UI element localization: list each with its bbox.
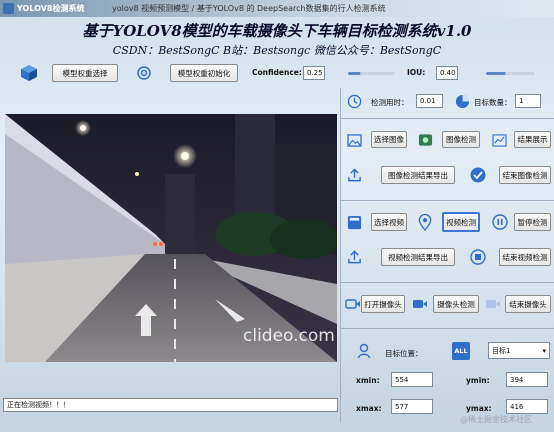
model-init-button[interactable]: 模型权重初始化 (170, 64, 238, 82)
image-detect-button[interactable]: 图像检测 (442, 131, 480, 148)
line-chart-icon (491, 132, 507, 148)
video-display: clideo.com (5, 114, 337, 362)
upload-icon (346, 167, 362, 183)
ymax-value: 416 (506, 399, 548, 414)
check-circle-icon (469, 166, 487, 184)
app-logo-icon (3, 3, 14, 14)
export-image-result-button[interactable]: 图像检测结果导出 (381, 166, 455, 184)
pause-icon (491, 213, 509, 231)
ymin-label: ymin: (466, 376, 490, 385)
user-location-icon (356, 343, 372, 359)
camera-off-icon (485, 296, 501, 312)
xmax-label: xmax: (356, 404, 382, 413)
model-select-button[interactable]: 模型权重选择 (52, 64, 118, 82)
location-pin-icon (417, 213, 433, 231)
clock-icon (346, 93, 362, 109)
chevron-down-icon: ▾ (542, 346, 546, 355)
all-badge-icon: ALL (452, 342, 470, 360)
video-camera-icon (345, 296, 361, 312)
camera-detect-button[interactable]: 摄像头检测 (433, 295, 479, 313)
open-camera-button[interactable]: 打开摄像头 (361, 295, 405, 313)
select-video-button[interactable]: 选择视频 (371, 213, 407, 231)
video-file-icon (346, 214, 362, 230)
window-title: yolov8 视频预测模型 / 基于YOLOv8 的 DeepSearch数据集… (112, 4, 386, 13)
iou-label: IOU: (407, 68, 426, 77)
confidence-input[interactable]: 0.25 (303, 66, 325, 80)
camera-record-icon (412, 296, 428, 312)
image-icon (346, 132, 362, 148)
xmax-value: 577 (391, 399, 433, 414)
count-value: 1 (515, 94, 541, 108)
site-watermark: @稀土掘金技术社区 (460, 415, 532, 424)
status-bar: 正在检测视频！！！ (3, 398, 338, 412)
xmin-label: xmin: (356, 376, 380, 385)
pause-detect-button[interactable]: 暂停检测 (514, 213, 551, 231)
target-select-value: 目标1 (492, 346, 511, 355)
ymax-label: ymax: (466, 404, 492, 413)
panel-divider (340, 88, 341, 422)
show-result-button[interactable]: 结果展示 (514, 131, 551, 148)
page-subtitle: CSDN：BestSongC B站：Bestsongc 微信公众号：BestSo… (112, 44, 442, 57)
divider-video (340, 282, 554, 283)
app-name: YOLOV8检测系统 (17, 4, 85, 13)
confidence-label: Confidence: (252, 68, 302, 77)
export-video-result-button[interactable]: 视频检测结果导出 (381, 248, 455, 266)
time-label: 检测用时： (371, 98, 409, 107)
divider-camera (340, 328, 554, 329)
target-position-label: 目标位置： (385, 349, 423, 358)
page-title: 基于YOLOV8模型的车载摄像头下车辆目标检测系统v1.0 (82, 22, 472, 40)
road-scene-image (5, 114, 337, 362)
settings-icon (135, 64, 153, 82)
stop-camera-button[interactable]: 结束摄像头 (505, 295, 551, 313)
ymin-value: 394 (506, 372, 548, 387)
upload-video-icon (346, 249, 362, 265)
count-label: 目标数量： (474, 98, 512, 107)
select-image-button[interactable]: 选择图像 (371, 131, 407, 148)
target-select[interactable]: 目标1 ▾ (488, 342, 550, 359)
xmin-value: 554 (391, 372, 433, 387)
title-bar: YOLOV8检测系统 yolov8 视频预测模型 / 基于YOLOv8 的 De… (0, 0, 554, 17)
confidence-slider[interactable] (348, 72, 394, 75)
stop-video-detect-button[interactable]: 结束视频检测 (499, 248, 551, 266)
stop-image-detect-button[interactable]: 结束图像检测 (499, 166, 551, 184)
divider-stats (340, 118, 554, 119)
iou-slider[interactable] (486, 72, 534, 75)
cube-icon (20, 64, 38, 82)
video-detect-button[interactable]: 视频检测 (442, 212, 480, 232)
iou-input[interactable]: 0.40 (436, 66, 458, 80)
video-watermark: clideo.com (243, 326, 335, 346)
image-detect-icon (417, 132, 433, 148)
time-value: 0.01 (416, 94, 443, 108)
stop-circle-icon (469, 248, 487, 266)
pie-chart-icon (454, 93, 470, 109)
divider-image (340, 200, 554, 201)
